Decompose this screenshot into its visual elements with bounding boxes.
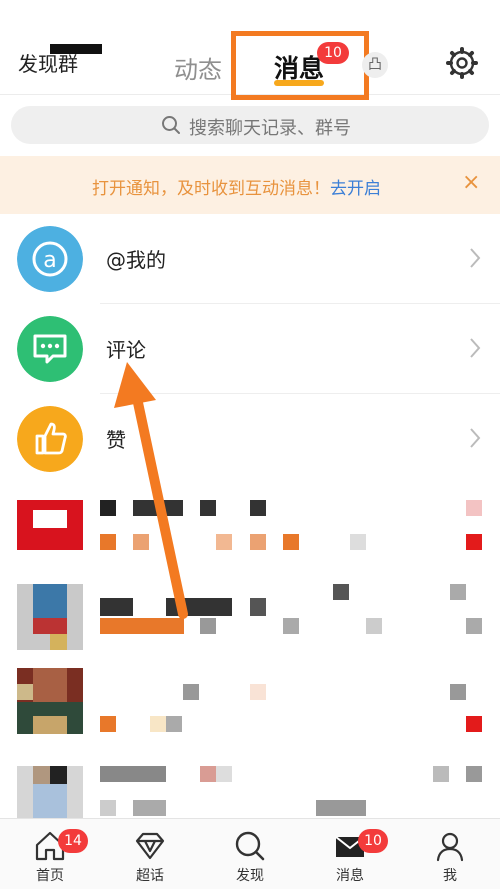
redacted-block [250,598,266,616]
redacted-block [366,618,382,634]
list-item-label: 评论 [106,338,146,362]
thumbs-up-icon [17,406,83,472]
tab-home-label: 首页 [36,868,64,884]
svg-text:a: a [43,248,56,273]
tab-discover[interactable]: 发现 [200,819,300,889]
redacted-block [183,684,199,700]
avatar-part [33,766,50,784]
redacted-block [133,800,166,816]
profile-icon [436,832,464,862]
redacted-block [200,618,216,634]
diamond-icon [135,832,165,860]
comment-icon [17,316,83,382]
redacted-block [100,766,166,782]
redacted-block [333,584,349,600]
avatar-part [33,510,67,528]
chevron-right-icon [470,338,481,358]
find-group-link[interactable]: 发现群 [18,44,102,77]
avatar-part [33,668,67,702]
redacted-block [133,500,183,516]
tab-dynamic[interactable]: 动态 [174,50,222,85]
close-icon[interactable]: × [462,170,480,195]
redacted-block [466,500,482,516]
chevron-right-icon [470,248,481,268]
search-placeholder: 搜索聊天记录、群号 [189,118,351,139]
list-item-mentions[interactable]: a @我的 [0,214,500,304]
extra-tab-icon[interactable]: 凸 [362,52,388,78]
tab-messages-bottom[interactable]: 10 消息 [300,819,400,889]
redacted-block [166,598,232,616]
redacted-block [466,716,482,732]
top-header: 发现群 动态 消息 10 凸 [0,0,500,100]
redacted-block [133,534,149,550]
annotation-highlight-box [231,31,369,100]
redacted-block [100,618,184,634]
list-item-label: 赞 [106,428,126,452]
redacted-block [250,684,266,700]
tab-me[interactable]: 我 [400,819,500,889]
tab-messages-bottom-label: 消息 [336,868,364,884]
tab-home-badge: 14 [58,829,88,853]
tab-home[interactable]: 14 首页 [0,819,100,889]
list-item-comments[interactable]: 评论 [0,304,500,394]
search-bar[interactable]: 搜索聊天记录、群号 [11,106,489,144]
conversation-item[interactable] [0,736,500,818]
list-item-likes[interactable]: 赞 [0,394,500,484]
redacted-block [150,716,166,732]
redacted-block [283,534,299,550]
redacted-block [200,766,216,782]
redacted-block [200,500,216,516]
conversation-item[interactable] [0,652,500,742]
redacted-block [250,500,266,516]
redacted-block [466,766,482,782]
redacted-block [100,716,116,732]
avatar-part [17,684,33,700]
avatar-part [33,584,67,618]
redacted-block [100,800,116,816]
avatar-part [17,534,83,550]
chevron-right-icon [470,428,481,448]
avatar-part [33,784,67,818]
redacted-block [100,534,116,550]
redacted-block [250,534,266,550]
list-item-label: @我的 [106,248,166,272]
redacted-block [466,534,482,550]
redacted-block [100,500,116,516]
redaction-mask [50,44,102,54]
discover-search-icon [235,831,265,861]
search-icon [162,116,180,134]
avatar-part [33,716,67,734]
at-icon: a [17,226,83,292]
tab-discover-label: 发现 [236,868,264,884]
avatar-part [33,618,67,634]
notification-banner: 打开通知，及时收到互动消息！去开启 × [0,156,500,214]
redacted-block [166,716,182,732]
redacted-block [350,534,366,550]
redacted-block [283,618,299,634]
redacted-block [450,684,466,700]
tab-messages-bottom-badge: 10 [358,829,388,853]
find-group-label: 发现群 [18,52,78,76]
tab-super-topic-label: 超话 [136,868,164,884]
conversation-item[interactable] [0,568,500,658]
avatar-part [50,634,67,650]
redacted-block [216,534,232,550]
tab-super-topic[interactable]: 超话 [100,819,200,889]
bottom-tab-bar: 14 首页 超话 发现 10 消息 我 [0,818,500,889]
redacted-block [466,618,482,634]
redacted-block [100,598,133,616]
gear-icon[interactable] [446,47,478,79]
redacted-block [216,766,232,782]
notice-text-wrap: 打开通知，及时收到互动消息！去开启 [92,174,381,199]
avatar-part [50,766,67,784]
redacted-block [450,584,466,600]
redacted-block [433,766,449,782]
notice-message: 打开通知，及时收到互动消息！ [92,179,330,199]
redacted-block [316,800,366,816]
conversation-item[interactable] [0,484,500,574]
tab-me-label: 我 [443,868,457,884]
notice-enable-link[interactable]: 去开启 [330,179,381,199]
